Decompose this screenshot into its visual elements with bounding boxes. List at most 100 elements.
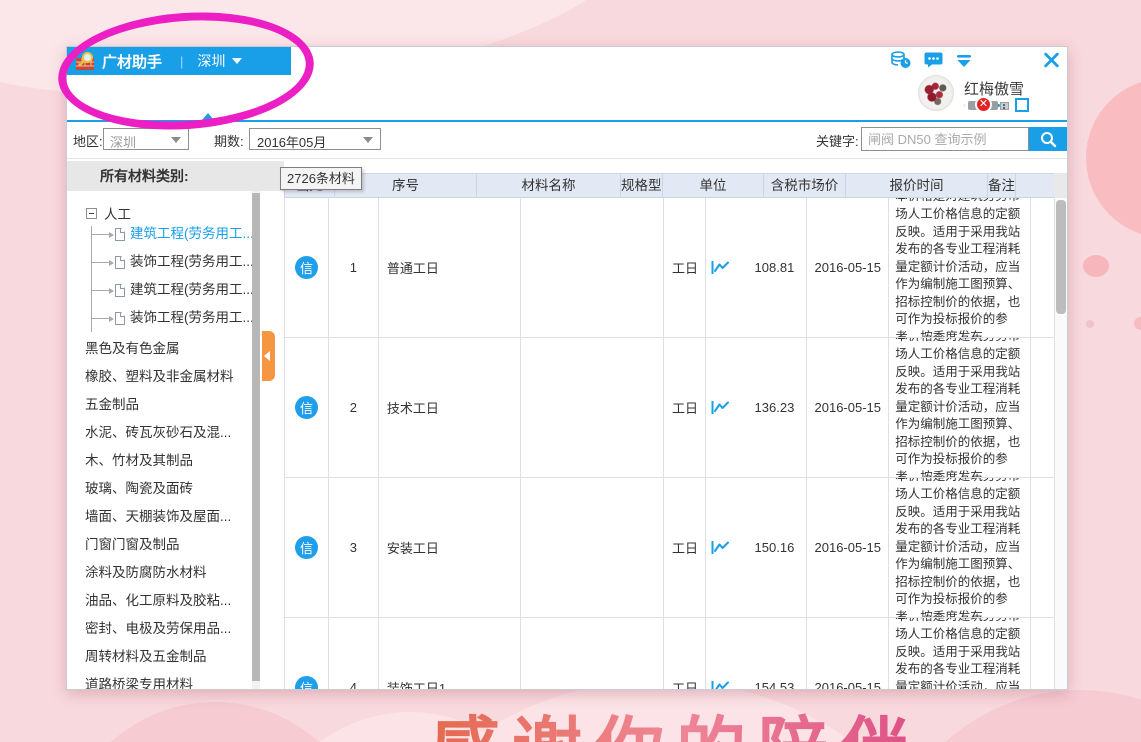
chevron-down-icon — [171, 137, 181, 143]
collapse-box-icon[interactable] — [86, 207, 97, 219]
sidebar: 所有材料类别: 人工 建筑工程(劳务用工... 装饰工程(劳务用工... 建筑工… — [67, 161, 284, 689]
info-source-badge[interactable]: 信 — [294, 536, 318, 559]
info-source-badge[interactable]: 信 — [294, 396, 318, 419]
table-row[interactable]: 信 3 安装工日 工日 150.16 2016-05-15 本价格是对建筑劳务市… — [285, 478, 1054, 618]
region-select[interactable]: 深圳 — [103, 128, 189, 150]
cell-unit: 工日 — [664, 478, 707, 617]
cell-remark: 本价格是对建筑劳务市场人工价格信息的定额反映。适用于采用我站发布的各专业工程消耗… — [889, 198, 1032, 337]
cell-unit: 工日 — [664, 338, 707, 477]
document-icon — [115, 312, 125, 325]
cell-date: 2016-05-15 — [807, 478, 890, 617]
sidebar-header: 所有材料类别: — [67, 161, 284, 191]
sidebar-scrollbar-thumb[interactable] — [252, 193, 260, 681]
bg-blob — [1083, 255, 1109, 277]
price-table: 出处序号材料名称规格型号单位含税市场价报价时间备注 信 1 普通工日 工日 10… — [284, 159, 1067, 690]
tree-branch-icon — [91, 259, 114, 266]
table-scrollbar-corner — [1054, 173, 1067, 198]
table-header-row: 出处序号材料名称规格型号单位含税市场价报价时间备注 — [284, 173, 1054, 198]
cell-remark: 本价格是对建筑劳务市场人工价格信息的定额反映。适用于采用我站发布的各专业工程消耗… — [889, 338, 1032, 477]
info-source-badge[interactable]: 信 — [294, 256, 318, 279]
period-filter-label: 期数: — [214, 134, 244, 149]
cell-source: 信 — [285, 338, 329, 477]
cell-price: 108.81 — [706, 198, 808, 337]
cell-date: 2016-05-15 — [807, 618, 890, 689]
cell-source: 信 — [285, 198, 329, 337]
cell-filler — [1031, 618, 1054, 689]
maximize-button[interactable] — [1015, 98, 1029, 112]
cell-filler — [1031, 198, 1054, 337]
cell-no: 1 — [329, 198, 379, 337]
period-select[interactable]: 2016年05月 — [249, 128, 381, 150]
column-header-filler — [1016, 174, 1039, 197]
search-icon — [1040, 131, 1056, 147]
bg-scallop — [60, 702, 370, 742]
cell-price: 154.53 — [706, 618, 808, 690]
tree-branch-icon — [91, 231, 114, 238]
cell-filler — [1031, 338, 1054, 477]
cell-name: 普通工日 — [379, 198, 521, 337]
tree-root-item[interactable]: 人工 — [86, 205, 131, 222]
material-count-tooltip: 2726条材料 — [280, 167, 362, 190]
cell-date: 2016-05-15 — [807, 198, 890, 337]
dropdown-arrow-icon[interactable] — [956, 52, 972, 70]
document-icon — [115, 228, 125, 241]
cell-unit: 工日 — [664, 198, 707, 337]
region-label: 深圳 — [197, 53, 226, 69]
cell-source: 信 — [285, 618, 329, 689]
region-filter-label: 地区: — [73, 134, 103, 149]
bg-blob — [1134, 317, 1141, 330]
table-row[interactable]: 信 2 技术工日 工日 136.23 2016-05-15 本价格是对建筑劳务市… — [285, 338, 1054, 478]
info-source-badge[interactable]: 信 — [294, 676, 318, 689]
price-trend-icon[interactable] — [711, 680, 730, 690]
sidebar-collapse-handle[interactable] — [262, 331, 275, 381]
document-icon — [115, 256, 125, 269]
tree-branch-icon — [91, 287, 114, 294]
column-header[interactable]: 报价时间 — [846, 174, 988, 197]
avatar[interactable] — [918, 75, 954, 111]
bg-circle — [1086, 78, 1141, 238]
chevron-down-icon — [232, 58, 243, 64]
price-trend-icon[interactable] — [711, 540, 730, 555]
data-sync-icon[interactable] — [890, 51, 912, 69]
column-header[interactable]: 单位 — [663, 174, 764, 197]
error-badge-icon: ✕ — [975, 96, 992, 113]
table-row[interactable]: 信 1 普通工日 工日 108.81 2016-05-15 本价格是对建筑劳务市… — [285, 198, 1054, 338]
user-name: 红梅傲雪 — [964, 81, 1025, 98]
table-row[interactable]: 信 4 装饰工日1 工日 154.53 2016-05-15 本价格是对建筑劳务… — [285, 618, 1054, 690]
keyword-label: 关键字: — [816, 134, 859, 149]
active-tab-caret-icon — [202, 113, 214, 120]
cell-spec — [521, 338, 665, 477]
app-window: 广材助手 | 深圳 红梅傲雪 ✕ 全部类型信 — [66, 46, 1068, 690]
cell-spec — [521, 198, 665, 337]
cell-unit: 工日 — [664, 618, 707, 689]
chevron-down-icon — [363, 137, 373, 143]
cell-no: 2 — [329, 338, 379, 477]
cell-price: 136.23 — [706, 338, 808, 477]
close-button[interactable] — [1043, 51, 1060, 69]
tree-branch-icon — [91, 315, 114, 322]
document-icon — [115, 284, 125, 297]
search-button[interactable] — [1029, 127, 1067, 151]
column-header[interactable]: 含税市场价 — [764, 174, 846, 197]
column-header[interactable]: 备注 — [988, 174, 1016, 197]
price-trend-icon[interactable] — [711, 400, 730, 415]
table-scrollbar-thumb[interactable] — [1056, 200, 1066, 314]
cell-no: 3 — [329, 478, 379, 617]
column-header[interactable]: 材料名称 — [477, 174, 621, 197]
cell-spec — [521, 618, 665, 689]
price-trend-icon[interactable] — [711, 260, 730, 275]
message-icon[interactable] — [924, 51, 943, 69]
bg-blob — [1086, 320, 1094, 328]
cell-name: 安装工日 — [379, 478, 521, 617]
search-input[interactable] — [861, 127, 1029, 151]
cell-source: 信 — [285, 478, 329, 617]
wallpaper-greeting-text: 感谢你的陪伴 — [430, 694, 922, 742]
app-title: 广材助手 — [102, 53, 163, 71]
cell-name: 技术工日 — [379, 338, 521, 477]
region-switcher[interactable]: 深圳 — [197, 51, 243, 71]
cell-spec — [521, 478, 665, 617]
cell-date: 2016-05-15 — [807, 338, 890, 477]
column-header[interactable]: 规格型号 — [621, 174, 663, 197]
cell-remark: 本价格是对建筑劳务市场人工价格信息的定额反映。适用于采用我站发布的各专业工程消耗… — [889, 618, 1032, 689]
cell-price: 150.16 — [706, 478, 808, 617]
